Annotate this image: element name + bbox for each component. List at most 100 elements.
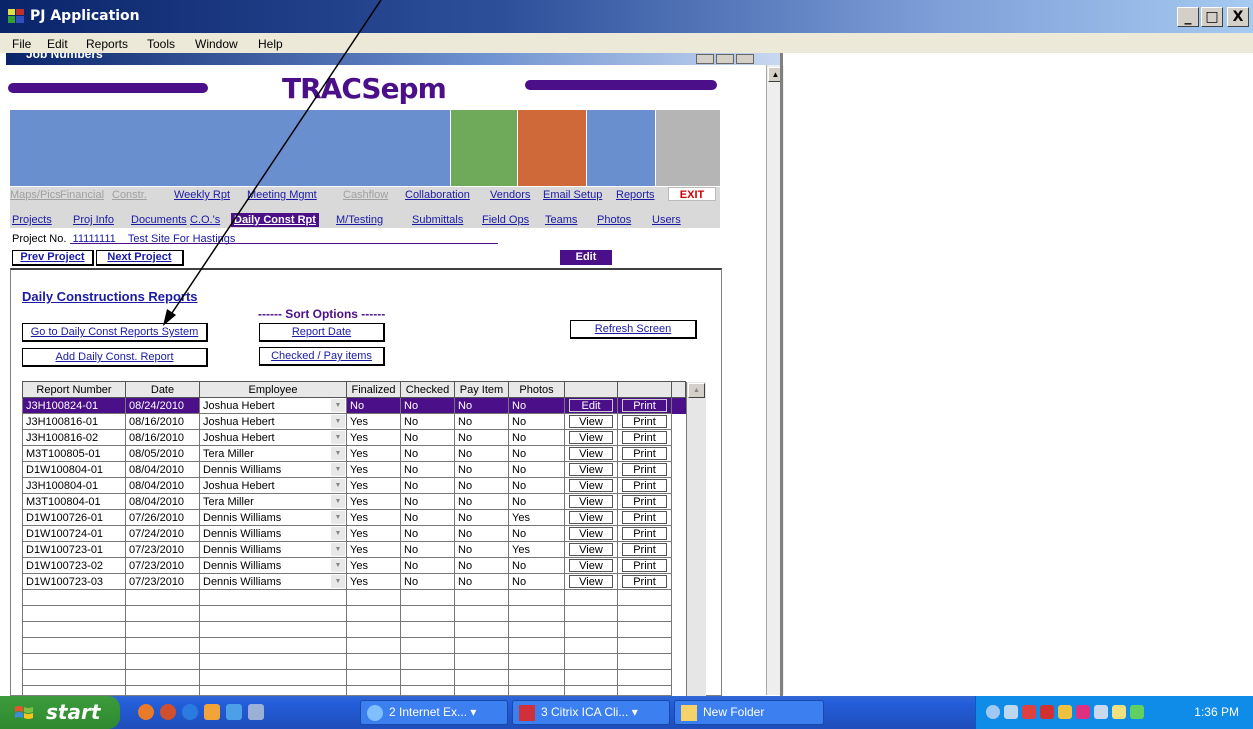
dropdown-arrow-icon[interactable]: ▼: [331, 479, 345, 492]
edit-button[interactable]: Edit: [560, 250, 612, 265]
cell-employee[interactable]: Dennis Williams ▼: [199, 557, 347, 574]
close-button[interactable]: X: [1227, 7, 1249, 27]
view-report-button[interactable]: View: [569, 511, 613, 524]
dropdown-arrow-icon[interactable]: ▼: [331, 527, 345, 540]
dropdown-arrow-icon[interactable]: ▼: [331, 543, 345, 556]
menu-tools[interactable]: Tools: [147, 37, 175, 51]
view-report-button[interactable]: View: [569, 463, 613, 476]
table-row[interactable]: D1W100724-01 07/24/2010 Dennis Williams ▼ Ye…: [22, 525, 686, 542]
prev-project-button[interactable]: Prev Project: [12, 250, 94, 266]
col-employee[interactable]: Employee: [199, 381, 347, 398]
go-to-daily-reports-button[interactable]: Go to Daily Const Reports System: [22, 323, 208, 342]
cell-employee[interactable]: Dennis Williams ▼: [199, 509, 347, 526]
dropdown-arrow-icon[interactable]: ▼: [331, 399, 345, 412]
tray-wireless-icon[interactable]: [1130, 705, 1144, 719]
col-photos[interactable]: Photos: [508, 381, 565, 398]
table-row[interactable]: M3T100804-01 08/04/2010 Tera Miller ▼ Yes No N…: [22, 493, 686, 510]
view-report-button[interactable]: View: [569, 575, 613, 588]
table-row[interactable]: D1W100804-01 08/04/2010 Dennis Williams ▼ Ye…: [22, 461, 686, 478]
nav-meeting-mgmt[interactable]: Meeting Mgmt: [247, 189, 317, 201]
edit-report-button[interactable]: Edit: [569, 399, 613, 412]
dropdown-arrow-icon[interactable]: ▼: [331, 575, 345, 588]
tray-shield-icon[interactable]: [1040, 705, 1054, 719]
table-row[interactable]: D1W100726-01 07/26/2010 Dennis Williams ▼ Ye…: [22, 509, 686, 526]
view-report-button[interactable]: View: [569, 495, 613, 508]
quicklaunch-ie-icon[interactable]: [182, 704, 198, 720]
nav-projects[interactable]: Projects: [12, 214, 52, 226]
table-row[interactable]: D1W100723-01 07/23/2010 Dennis Williams ▼ Ye…: [22, 541, 686, 558]
tray-monitor-icon[interactable]: [1094, 705, 1108, 719]
nav-vendors[interactable]: Vendors: [490, 189, 530, 201]
menu-window[interactable]: Window: [195, 37, 238, 51]
refresh-screen-button[interactable]: Refresh Screen: [570, 320, 697, 339]
nav-documents[interactable]: Documents: [131, 214, 187, 226]
dropdown-arrow-icon[interactable]: ▼: [331, 415, 345, 428]
cell-employee[interactable]: Dennis Williams ▼: [199, 525, 347, 542]
dropdown-arrow-icon[interactable]: ▼: [331, 447, 345, 460]
print-report-button[interactable]: Print: [622, 543, 667, 556]
section-title[interactable]: Daily Constructions Reports: [22, 289, 198, 304]
menu-reports[interactable]: Reports: [86, 37, 128, 51]
nav-submittals[interactable]: Submittals: [412, 214, 463, 226]
table-row[interactable]: J3H100804-01 08/04/2010 Joshua Hebert ▼ Yes N…: [22, 477, 686, 494]
add-daily-report-button[interactable]: Add Daily Const. Report: [22, 348, 208, 367]
tray-alert-icon[interactable]: [1058, 705, 1072, 719]
menu-edit[interactable]: Edit: [47, 37, 68, 51]
print-report-button[interactable]: Print: [622, 431, 667, 444]
quicklaunch-desktop-icon[interactable]: [226, 704, 242, 720]
quicklaunch-media-icon[interactable]: [160, 704, 176, 720]
print-report-button[interactable]: Print: [622, 527, 667, 540]
cell-employee[interactable]: Joshua Hebert ▼: [199, 413, 347, 430]
col-finalized[interactable]: Finalized: [346, 381, 401, 398]
nav-teams[interactable]: Teams: [545, 214, 577, 226]
taskbar-item-citrix[interactable]: 3 Citrix ICA Cli... ▾: [512, 700, 670, 725]
nav-proj-info[interactable]: Proj Info: [73, 214, 114, 226]
print-report-button[interactable]: Print: [622, 575, 667, 588]
nav-weekly-rpt[interactable]: Weekly Rpt: [174, 189, 230, 201]
table-row[interactable]: J3H100816-02 08/16/2010 Joshua Hebert ▼ Yes N…: [22, 429, 686, 446]
col-checked[interactable]: Checked: [400, 381, 455, 398]
tray-arrow-icon[interactable]: [986, 705, 1000, 719]
view-report-button[interactable]: View: [569, 479, 613, 492]
view-report-button[interactable]: View: [569, 559, 613, 572]
nav-m-testing[interactable]: M/Testing: [336, 214, 383, 226]
nav-cos[interactable]: C.O.'s: [190, 214, 220, 226]
print-report-button[interactable]: Print: [622, 479, 667, 492]
next-project-button[interactable]: Next Project: [96, 250, 184, 266]
table-row[interactable]: J3H100824-01 08/24/2010 Joshua Hebert ▼ No No…: [22, 397, 686, 414]
cell-employee[interactable]: Joshua Hebert ▼: [199, 429, 347, 446]
sort-checked-pay-button[interactable]: Checked / Pay items: [259, 347, 385, 366]
tray-antivirus-icon[interactable]: [1076, 705, 1090, 719]
view-report-button[interactable]: View: [569, 431, 613, 444]
tray-sound-icon[interactable]: [1112, 705, 1126, 719]
view-report-button[interactable]: View: [569, 447, 613, 460]
taskbar-item-internet-explorer[interactable]: 2 Internet Ex... ▾: [360, 700, 508, 725]
nav-photos[interactable]: Photos: [597, 214, 631, 226]
quicklaunch-outlook-icon[interactable]: [204, 704, 220, 720]
table-scrollbar[interactable]: ▲: [686, 382, 706, 696]
cell-employee[interactable]: Tera Miller ▼: [199, 493, 347, 510]
cell-employee[interactable]: Tera Miller ▼: [199, 445, 347, 462]
table-row[interactable]: D1W100723-03 07/23/2010 Dennis Williams ▼ Ye…: [22, 573, 686, 590]
dropdown-arrow-icon[interactable]: ▼: [331, 559, 345, 572]
menu-file[interactable]: File: [12, 37, 31, 51]
sort-report-date-button[interactable]: Report Date: [259, 323, 385, 342]
nav-reports[interactable]: Reports: [616, 189, 655, 201]
minimize-button[interactable]: _: [1177, 7, 1199, 27]
cell-employee[interactable]: Dennis Williams ▼: [199, 461, 347, 478]
nav-daily-const-rpt[interactable]: Daily Const Rpt: [231, 213, 319, 227]
cell-employee[interactable]: Dennis Williams ▼: [199, 541, 347, 558]
taskbar-item-new-folder[interactable]: New Folder: [674, 700, 824, 725]
print-report-button[interactable]: Print: [622, 463, 667, 476]
dropdown-arrow-icon[interactable]: ▼: [331, 511, 345, 524]
col-date[interactable]: Date: [125, 381, 200, 398]
cell-employee[interactable]: Joshua Hebert ▼: [199, 397, 347, 414]
col-pay-item[interactable]: Pay Item: [454, 381, 509, 398]
cell-employee[interactable]: Dennis Williams ▼: [199, 573, 347, 590]
print-report-button[interactable]: Print: [622, 447, 667, 460]
dropdown-arrow-icon[interactable]: ▼: [331, 463, 345, 476]
exit-button[interactable]: EXIT: [668, 187, 716, 201]
print-report-button[interactable]: Print: [622, 495, 667, 508]
view-report-button[interactable]: View: [569, 543, 613, 556]
table-row[interactable]: D1W100723-02 07/23/2010 Dennis Williams ▼ Ye…: [22, 557, 686, 574]
